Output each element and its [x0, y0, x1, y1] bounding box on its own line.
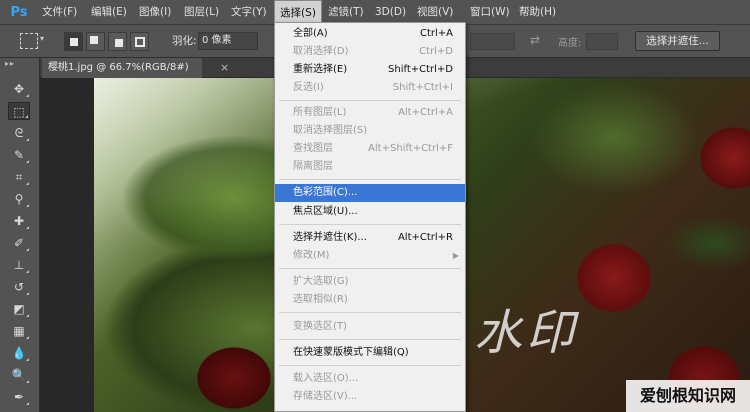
tool-group-corner-icon	[26, 358, 29, 361]
menu-item-focus-area[interactable]: 焦点区域(U)...	[275, 203, 465, 221]
menu-separator	[279, 268, 461, 269]
submenu-arrow-icon: ▶	[452, 251, 459, 260]
menu-separator	[279, 312, 461, 313]
photoshop-logo-icon: Ps	[10, 5, 28, 20]
menu-item-modify[interactable]: 修改(M) ▶	[275, 247, 465, 265]
subtract-from-selection-icon[interactable]	[108, 32, 127, 51]
add-to-selection-icon[interactable]	[86, 32, 105, 51]
document-tab[interactable]: 樱桃1.jpg @ 66.7%(RGB/8#)	[42, 58, 202, 78]
select-menu-dropdown: 全部(A) Ctrl+A 取消选择(D) Ctrl+D 重新选择(E) Shift+C…	[274, 22, 466, 412]
menu-item-save-selection[interactable]: 存储选区(V)...	[275, 388, 465, 406]
history-brush-tool-icon[interactable]: ↺	[8, 278, 30, 296]
menu-item-all-layers[interactable]: 所有图层(L) Alt+Ctrl+A	[275, 104, 465, 122]
tool-group-corner-icon	[26, 380, 29, 383]
intersect-selection-icon[interactable]	[130, 32, 149, 51]
site-watermark: 爱刨根知识网	[626, 380, 750, 412]
tool-group-corner-icon	[25, 115, 28, 118]
tool-group-corner-icon	[26, 336, 29, 339]
tool-group-corner-icon	[26, 226, 29, 229]
menu-window[interactable]: 窗口(W)	[470, 0, 510, 25]
menu-separator	[279, 365, 461, 366]
blur-tool-icon[interactable]: 💧	[8, 344, 30, 362]
menu-item-transform-selection[interactable]: 变换选区(T)	[275, 318, 465, 336]
tools-panel: ▸▸ ✥ ⬚ ᘓ ✎ ⌗ ⚲ ✚ ✐ ⊥ ↺ ◩ ▦ 💧 🔍 ✒	[0, 58, 40, 412]
menu-item-reselect[interactable]: 重新选择(E) Shift+Ctrl+D	[275, 61, 465, 79]
width-field[interactable]	[470, 33, 515, 50]
chevron-down-icon[interactable]: ▾	[40, 34, 44, 43]
new-selection-icon[interactable]	[64, 32, 83, 51]
menu-separator	[279, 100, 461, 101]
menu-layer[interactable]: 图层(L)	[184, 0, 219, 25]
healing-brush-tool-icon[interactable]: ✚	[8, 212, 30, 230]
menu-item-deselect[interactable]: 取消选择(D) Ctrl+D	[275, 43, 465, 61]
menu-item-find-layers[interactable]: 查找图层 Alt+Shift+Ctrl+F	[275, 140, 465, 158]
tool-group-corner-icon	[26, 204, 29, 207]
clone-stamp-tool-icon[interactable]: ⊥	[8, 256, 30, 274]
menu-help[interactable]: 帮助(H)	[519, 0, 556, 25]
feather-label: 羽化:	[172, 35, 197, 47]
document-tab-title: 樱桃1.jpg @ 66.7%(RGB/8#)	[48, 62, 189, 73]
menu-separator	[279, 224, 461, 225]
menu-item-inverse[interactable]: 反选(I) Shift+Ctrl+I	[275, 79, 465, 97]
feather-input[interactable]: 0 像素	[198, 32, 258, 50]
swap-dimensions-icon[interactable]: ⇄	[530, 33, 540, 47]
menu-edit[interactable]: 编辑(E)	[91, 0, 127, 25]
panel-grip-icon[interactable]: ▸▸	[5, 59, 15, 68]
menu-separator	[279, 339, 461, 340]
tool-group-corner-icon	[26, 270, 29, 273]
menu-file[interactable]: 文件(F)	[42, 0, 77, 25]
brush-tool-icon[interactable]: ✐	[8, 234, 30, 252]
menu-item-color-range[interactable]: 色彩范围(C)...	[275, 184, 465, 202]
menu-item-grow[interactable]: 扩大选取(G)	[275, 273, 465, 291]
move-tool-icon[interactable]: ✥	[8, 80, 30, 98]
menu-item-all[interactable]: 全部(A) Ctrl+A	[275, 25, 465, 43]
menu-item-load-selection[interactable]: 载入选区(O)...	[275, 370, 465, 388]
close-icon[interactable]: ×	[220, 58, 229, 78]
watermark-text: 水印	[474, 305, 579, 361]
tool-group-corner-icon	[26, 138, 29, 141]
height-label: 高度:	[558, 38, 582, 49]
menu-type[interactable]: 文字(Y)	[231, 0, 267, 25]
eraser-tool-icon[interactable]: ◩	[8, 300, 30, 318]
tool-preset-icon[interactable]	[20, 33, 38, 49]
crop-tool-icon[interactable]: ⌗	[8, 168, 30, 186]
gradient-tool-icon[interactable]: ▦	[8, 322, 30, 340]
pen-tool-icon[interactable]: ✒	[8, 388, 30, 406]
height-field[interactable]	[586, 33, 618, 50]
menu-item-quick-mask[interactable]: 在快速蒙版模式下编辑(Q)	[275, 344, 465, 362]
menu-item-isolate-layers[interactable]: 隔离图层	[275, 158, 465, 176]
eyedropper-tool-icon[interactable]: ⚲	[8, 190, 30, 208]
lasso-tool-icon[interactable]: ᘓ	[8, 124, 30, 142]
tool-group-corner-icon	[26, 314, 29, 317]
menu-item-deselect-layers[interactable]: 取消选择图层(S)	[275, 122, 465, 140]
tool-group-corner-icon	[26, 292, 29, 295]
menu-item-select-and-mask[interactable]: 选择并遮住(K)... Alt+Ctrl+R	[275, 229, 465, 247]
tool-group-corner-icon	[26, 402, 29, 405]
quick-select-tool-icon[interactable]: ✎	[8, 146, 30, 164]
select-and-mask-button[interactable]: 选择并遮住...	[635, 31, 720, 51]
menu-separator	[279, 179, 461, 180]
tool-group-corner-icon	[26, 94, 29, 97]
menu-item-similar[interactable]: 选取相似(R)	[275, 291, 465, 309]
dodge-tool-icon[interactable]: 🔍	[8, 366, 30, 384]
tool-group-corner-icon	[26, 160, 29, 163]
menu-image[interactable]: 图像(I)	[139, 0, 171, 25]
rect-marquee-tool-icon[interactable]: ⬚	[8, 102, 30, 120]
tool-group-corner-icon	[26, 248, 29, 251]
tool-group-corner-icon	[26, 182, 29, 185]
